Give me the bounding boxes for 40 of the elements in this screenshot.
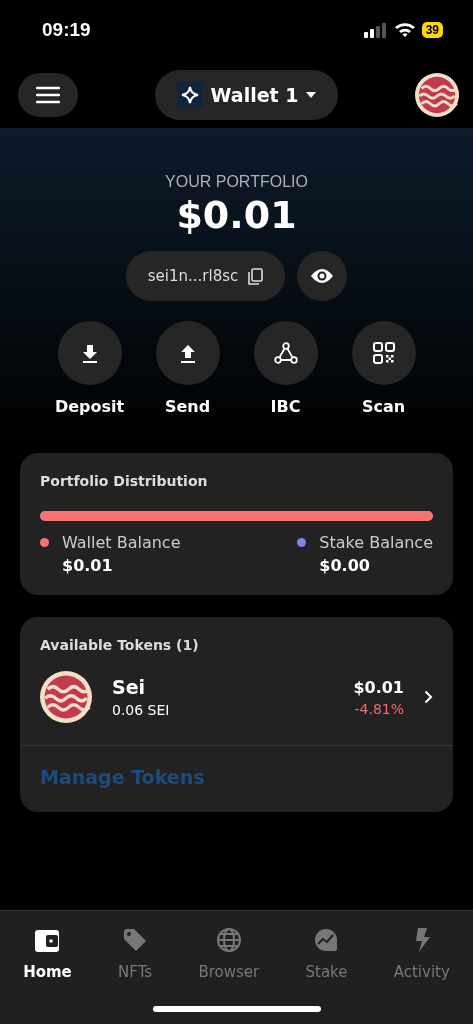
token-amount: 0.06 SEI	[112, 702, 170, 718]
token-change: -4.81%	[353, 700, 404, 717]
globe-icon	[215, 927, 242, 953]
qr-code-icon	[371, 341, 396, 365]
menu-icon	[36, 86, 60, 104]
status-time: 09:19	[42, 19, 91, 41]
card-title: Available Tokens (1)	[39, 637, 200, 653]
legend-value: $0.01	[62, 556, 114, 575]
legend-label: Wallet Balance	[62, 533, 181, 552]
tag-icon	[122, 927, 149, 953]
wifi-icon	[393, 22, 416, 38]
eye-icon	[310, 268, 335, 284]
copy-icon	[248, 267, 264, 285]
token-row[interactable]: Sei 0.06 SEI $0.01 -4.81%	[20, 653, 453, 745]
legend-label: Stake Balance	[319, 533, 433, 552]
caret-icon	[306, 92, 317, 98]
tab[interactable]: Activity	[393, 921, 450, 981]
wallet-selector[interactable]: Wallet 1	[154, 70, 339, 120]
chevron-icon	[424, 690, 433, 704]
portfolio-value: $0.01	[176, 193, 297, 237]
address-button[interactable]: sei1n...rl8sc	[125, 251, 286, 301]
wallet-icon	[34, 929, 61, 953]
battery-level: 39	[421, 22, 443, 38]
chart-badge-icon	[313, 927, 340, 953]
visibility-button[interactable]	[297, 251, 348, 301]
wallet-avatar-icon	[176, 82, 203, 108]
signal-icon	[363, 22, 388, 38]
triangle-nodes-icon	[273, 342, 298, 364]
tab[interactable]: NFTs	[118, 921, 153, 981]
tab[interactable]: Home	[23, 921, 72, 981]
token-value: $0.01	[353, 677, 404, 697]
legend-value: $0.00	[319, 556, 371, 575]
sei-avatar-icon	[415, 73, 459, 117]
card-title: Portfolio Distribution	[40, 473, 209, 489]
menu-button[interactable]	[18, 73, 78, 117]
tab[interactable]: Browser	[198, 921, 260, 981]
portfolio-label: YOUR PORTFOLIO	[165, 173, 308, 191]
token-logo-icon	[40, 671, 92, 723]
tab[interactable]: Stake	[305, 921, 348, 981]
token-name: Sei	[112, 676, 147, 698]
